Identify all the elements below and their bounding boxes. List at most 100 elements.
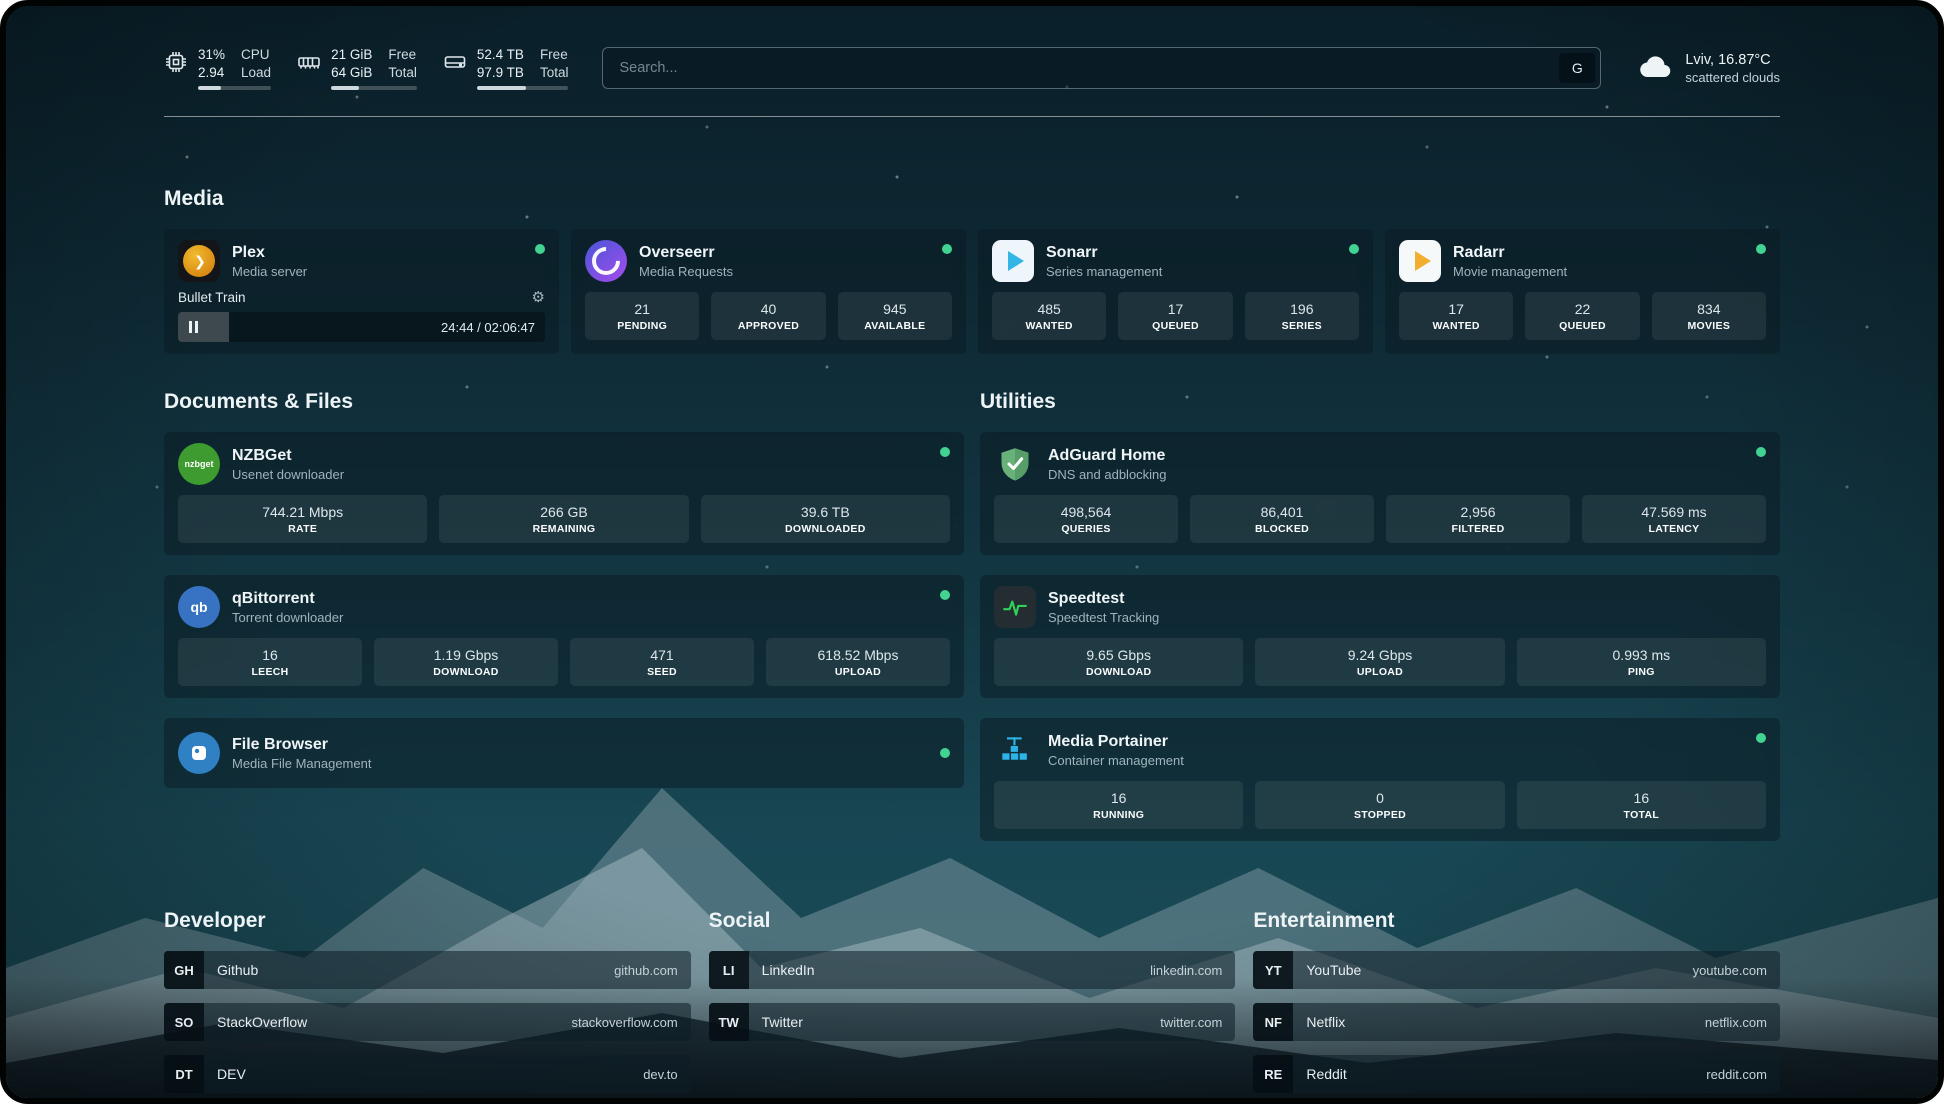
- bookmark-name: LinkedIn: [762, 962, 815, 978]
- bookmark-abbr: DT: [164, 1055, 204, 1093]
- bookmark-url: twitter.com: [1160, 1015, 1222, 1030]
- search-provider-button[interactable]: G: [1559, 53, 1595, 83]
- stat-downloaded: 39.6 TB DOWNLOADED: [701, 495, 950, 543]
- sonarr-icon: [992, 240, 1034, 282]
- section-title-social: Social: [709, 909, 1236, 933]
- bookmark-youtube[interactable]: YT YouTube youtube.com: [1253, 951, 1780, 989]
- stat-remaining: 266 GB REMAINING: [439, 495, 688, 543]
- stat-latency: 47.569 ms LATENCY: [1582, 495, 1766, 543]
- service-subtitle: Media server: [232, 263, 307, 280]
- bookmark-dev[interactable]: DT DEV dev.to: [164, 1055, 691, 1093]
- stat-download: 1.19 Gbps DOWNLOAD: [374, 638, 558, 686]
- service-subtitle: Series management: [1046, 263, 1162, 280]
- speedtest-icon: [994, 586, 1036, 628]
- cpu-label: CPU: [241, 46, 271, 63]
- stat-wanted: 17 WANTED: [1399, 292, 1513, 340]
- service-title: AdGuard Home: [1048, 446, 1167, 466]
- section-media: Media ❯ Plex Media server: [164, 187, 1780, 354]
- service-card-speedtest[interactable]: Speedtest Speedtest Tracking 9.65 Gbps D…: [980, 575, 1780, 698]
- service-subtitle: Usenet downloader: [232, 466, 344, 483]
- bookmark-github[interactable]: GH Github github.com: [164, 951, 691, 989]
- section-title-entertainment: Entertainment: [1253, 909, 1780, 933]
- pause-icon[interactable]: [189, 321, 198, 333]
- bookmark-linkedin[interactable]: LI LinkedIn linkedin.com: [709, 951, 1236, 989]
- service-card-sonarr[interactable]: Sonarr Series management 485 WANTED 17 Q…: [978, 229, 1373, 354]
- section-documents: Documents & Files nzbget NZBGet Usenet d…: [164, 390, 964, 808]
- memory-free-value: 21 GiB: [331, 46, 372, 63]
- overseerr-icon: [585, 240, 627, 282]
- bookmark-url: stackoverflow.com: [571, 1015, 677, 1030]
- bookmark-netflix[interactable]: NF Netflix netflix.com: [1253, 1003, 1780, 1041]
- stat-approved: 40 APPROVED: [711, 292, 825, 340]
- gear-icon[interactable]: ⚙: [532, 290, 545, 305]
- cpu-monitor: 31% CPU 2.94 Load: [164, 46, 271, 90]
- bookmark-name: Reddit: [1306, 1066, 1346, 1082]
- memory-free-label: Free: [388, 46, 417, 63]
- service-card-overseerr[interactable]: Overseerr Media Requests 21 PENDING 40 A…: [571, 229, 966, 354]
- bookmark-url: github.com: [614, 963, 678, 978]
- search-bar[interactable]: G: [602, 47, 1601, 89]
- nzbget-icon: nzbget: [178, 443, 220, 485]
- plex-progress-bar[interactable]: 24:44 / 02:06:47: [178, 312, 545, 342]
- stat-pending: 21 PENDING: [585, 292, 699, 340]
- service-card-adguard[interactable]: AdGuard Home DNS and adblocking 498,564 …: [980, 432, 1780, 555]
- stat-running: 16 RUNNING: [994, 781, 1243, 829]
- service-subtitle: Movie management: [1453, 263, 1567, 280]
- bookmark-abbr: LI: [709, 951, 749, 989]
- plex-icon: ❯: [178, 240, 220, 282]
- stat-filtered: 2,956 FILTERED: [1386, 495, 1570, 543]
- bookmark-name: YouTube: [1306, 962, 1361, 978]
- service-card-radarr[interactable]: Radarr Movie management 17 WANTED 22 QUE…: [1385, 229, 1780, 354]
- bookmark-twitter[interactable]: TW Twitter twitter.com: [709, 1003, 1236, 1041]
- service-title: Sonarr: [1046, 243, 1162, 263]
- weather-location: Lviv, 16.87°C: [1685, 52, 1780, 68]
- dashboard-window: 31% CPU 2.94 Load 21 GiB: [0, 0, 1944, 1104]
- service-subtitle: Torrent downloader: [232, 609, 343, 626]
- disk-total-label: Total: [540, 64, 569, 81]
- service-title: Radarr: [1453, 243, 1567, 263]
- service-subtitle: Media Requests: [639, 263, 733, 280]
- bookmark-group-developer: Developer GH Github github.com SO StackO…: [164, 909, 691, 1104]
- bookmark-group-social: Social LI LinkedIn linkedin.com TW Twitt…: [709, 909, 1236, 1055]
- bookmark-abbr: NF: [1253, 1003, 1293, 1041]
- filebrowser-icon: [178, 732, 220, 774]
- system-monitors: 31% CPU 2.94 Load 21 GiB: [164, 46, 568, 90]
- stat-queued: 22 QUEUED: [1525, 292, 1639, 340]
- bookmark-url: reddit.com: [1706, 1067, 1767, 1082]
- service-title: File Browser: [232, 735, 371, 755]
- service-card-plex[interactable]: ❯ Plex Media server Bullet Train ⚙: [164, 229, 559, 354]
- search-input[interactable]: [617, 59, 1559, 77]
- bookmark-reddit[interactable]: RE Reddit reddit.com: [1253, 1055, 1780, 1093]
- service-card-filebrowser[interactable]: File Browser Media File Management: [164, 718, 964, 788]
- stat-rate: 744.21 Mbps RATE: [178, 495, 427, 543]
- bookmark-stackoverflow[interactable]: SO StackOverflow stackoverflow.com: [164, 1003, 691, 1041]
- plex-now-playing: Bullet Train ⚙ 24:44 / 02:06:47: [164, 290, 559, 354]
- service-title: Media Portainer: [1048, 732, 1184, 752]
- radarr-icon: [1399, 240, 1441, 282]
- memory-total-label: Total: [388, 64, 417, 81]
- bookmark-abbr: GH: [164, 951, 204, 989]
- status-dot: [940, 748, 950, 758]
- playback-time: 24:44 / 02:06:47: [441, 320, 535, 335]
- stat-ping: 0.993 ms PING: [1517, 638, 1766, 686]
- status-dot: [1756, 733, 1766, 743]
- service-title: NZBGet: [232, 446, 344, 466]
- bookmark-abbr: YT: [1253, 951, 1293, 989]
- service-card-nzbget[interactable]: nzbget NZBGet Usenet downloader 744.21 M…: [164, 432, 964, 555]
- service-title: Speedtest: [1048, 589, 1159, 609]
- qbittorrent-icon: qb: [178, 586, 220, 628]
- hard-drive-icon: [443, 50, 467, 74]
- stat-seed: 471 SEED: [570, 638, 754, 686]
- disk-free-label: Free: [540, 46, 569, 63]
- status-dot: [940, 447, 950, 457]
- service-card-qbittorrent[interactable]: qb qBittorrent Torrent downloader 16 LEE…: [164, 575, 964, 698]
- service-card-portainer[interactable]: Media Portainer Container management 16 …: [980, 718, 1780, 841]
- memory-total-value: 64 GiB: [331, 64, 372, 81]
- disk-progress-bar: [477, 86, 569, 90]
- status-dot: [942, 244, 952, 254]
- bookmark-url: linkedin.com: [1150, 963, 1222, 978]
- weather-condition: scattered clouds: [1685, 70, 1780, 85]
- plex-progress-fill: [178, 312, 229, 342]
- cpu-icon: [164, 50, 188, 74]
- status-dot: [1756, 244, 1766, 254]
